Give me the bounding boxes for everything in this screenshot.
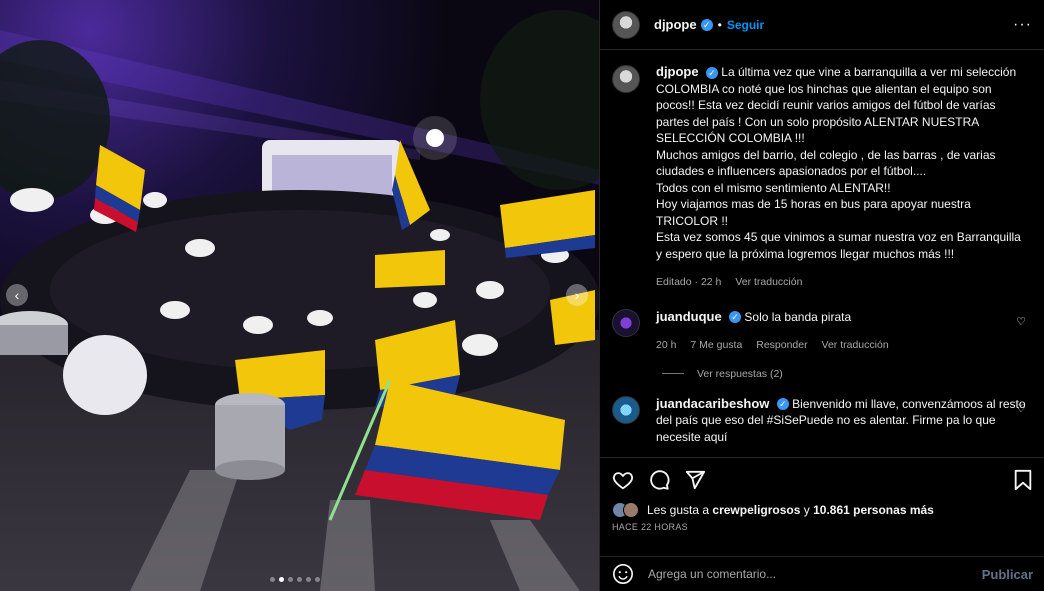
commenter-avatar[interactable]	[612, 308, 640, 337]
carousel-dot	[270, 577, 275, 582]
replies-line	[662, 373, 684, 374]
caption-line: Esta vez somos 45 que vinimos a sumar nu…	[656, 230, 1021, 261]
commenter-username[interactable]: juanduque	[656, 309, 722, 324]
likes-middle: y	[800, 503, 814, 517]
heart-icon[interactable]	[612, 469, 634, 491]
view-replies-button[interactable]: Ver respuestas (2)	[662, 368, 1032, 380]
likes-prefix: Les gusta a	[647, 503, 713, 517]
comment-icon[interactable]	[648, 469, 670, 491]
liker-avatar	[623, 502, 639, 518]
carousel-dot	[306, 577, 311, 582]
post-timestamp: HACE 22 HORAS	[612, 522, 688, 532]
comment-input[interactable]	[648, 567, 948, 581]
caption-line: Todos con el mismo sentimiento ALENTAR!!	[656, 180, 891, 195]
post-caption: djpope ✓ La última vez que vine a barran…	[612, 64, 1032, 291]
caption-line: Hoy viajamos mas de 15 horas en bus para…	[656, 197, 971, 228]
comment-meta: 20 h 7 Me gusta Responder Ver traducción	[656, 337, 1026, 354]
carousel-dots	[270, 577, 320, 582]
carousel-dot	[288, 577, 293, 582]
comment-body: juandacaribeshow ✓ Bienvenido mi llave, …	[656, 396, 1026, 446]
likes-summary[interactable]: Les gusta a crewpeligrosos y 10.861 pers…	[612, 502, 1033, 518]
see-translation-link[interactable]: Ver traducción	[735, 276, 802, 288]
verified-icon: ✓	[700, 18, 713, 31]
previous-photo-button[interactable]: ‹	[6, 284, 28, 306]
verified-icon: ✓	[705, 66, 718, 79]
caption-avatar[interactable]	[612, 65, 640, 93]
emoji-icon[interactable]	[612, 563, 634, 585]
author-username[interactable]: djpope	[654, 17, 697, 32]
bookmark-icon[interactable]	[1013, 469, 1033, 491]
add-comment-bar: Publicar	[600, 556, 1044, 591]
separator: •	[717, 17, 722, 32]
caption-line: Muchos amigos del barrio, del colegio , …	[656, 147, 996, 179]
likes-text: Les gusta a crewpeligrosos y 10.861 pers…	[647, 503, 934, 517]
edited-label: Editado · 22 h	[656, 276, 722, 288]
comments-list[interactable]: djpope ✓ La última vez que vine a barran…	[600, 50, 1044, 455]
heart-icon[interactable]: ♡	[1016, 402, 1026, 415]
share-icon[interactable]	[684, 469, 706, 491]
likes-first-user[interactable]: crewpeligrosos	[712, 503, 800, 517]
comment-text: Solo la banda pirata	[744, 309, 852, 324]
chevron-right-icon: ›	[574, 287, 580, 303]
post-header: djpope ✓ • Seguir ···	[600, 0, 1044, 50]
follow-button[interactable]: Seguir	[727, 18, 764, 32]
more-icon[interactable]: ···	[1013, 16, 1032, 34]
comment-item: juanduque ✓ Solo la banda pirata 20 h 7 …	[612, 308, 1032, 354]
action-icons	[612, 468, 1033, 492]
publish-button[interactable]: Publicar	[982, 567, 1033, 582]
verified-icon: ✓	[776, 398, 789, 411]
post-actions: Les gusta a crewpeligrosos y 10.861 pers…	[600, 457, 1044, 532]
post-photo[interactable]: ‹ ›	[0, 0, 599, 591]
next-photo-button[interactable]: ›	[566, 284, 588, 306]
verified-icon: ✓	[729, 311, 742, 324]
caption-meta: Editado · 22 h Ver traducción	[656, 274, 1026, 291]
commenter-avatar[interactable]	[612, 395, 640, 424]
comment-body: juanduque ✓ Solo la banda pirata 20 h 7 …	[656, 309, 1026, 354]
comment-item: juandacaribeshow ✓ Bienvenido mi llave, …	[612, 395, 1032, 446]
fans-group-photo	[0, 0, 599, 591]
heart-icon[interactable]: ♡	[1016, 315, 1026, 328]
comment-time: 20 h	[656, 339, 677, 351]
instagram-post-modal: ‹ › djpope ✓ • Seguir ··· djpope ✓ La úl…	[0, 0, 1044, 591]
post-side-panel: djpope ✓ • Seguir ··· djpope ✓ La última…	[599, 0, 1044, 591]
see-translation-link[interactable]: Ver traducción	[822, 339, 889, 351]
view-replies-label[interactable]: Ver respuestas (2)	[697, 368, 783, 380]
commenter-username[interactable]: juandacaribeshow	[656, 396, 769, 411]
reply-button[interactable]: Responder	[756, 339, 807, 351]
chevron-left-icon: ‹	[14, 287, 20, 303]
carousel-dot	[279, 577, 284, 582]
carousel-dot	[315, 577, 320, 582]
caption-body: djpope ✓ La última vez que vine a barran…	[656, 64, 1026, 291]
caption-username[interactable]: djpope	[656, 64, 699, 79]
carousel-dot	[297, 577, 302, 582]
author-avatar[interactable]	[612, 10, 640, 39]
comment-likes[interactable]: 7 Me gusta	[690, 339, 742, 351]
likes-count[interactable]: 10.861 personas más	[813, 503, 934, 517]
